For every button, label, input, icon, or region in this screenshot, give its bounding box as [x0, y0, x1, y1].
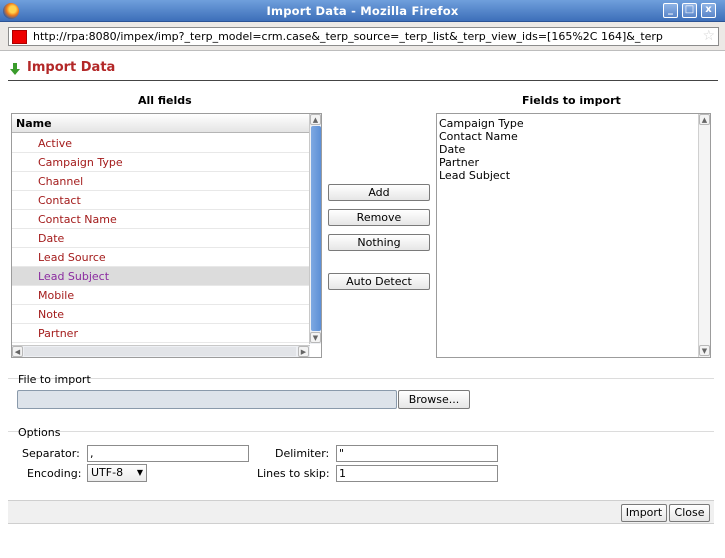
page-title: Import Data [27, 60, 116, 75]
scroll-up-icon[interactable]: ▲ [310, 114, 321, 125]
lines-to-skip-field[interactable]: 1 [336, 465, 498, 482]
scroll-left-icon[interactable]: ◀ [12, 346, 23, 357]
scroll-thumb[interactable] [311, 126, 321, 331]
dropdown-arrow-icon[interactable]: ▼ [137, 465, 143, 481]
field-row[interactable]: Contact [12, 191, 310, 210]
separator-label: Separator: [22, 447, 80, 460]
import-field-item[interactable]: Lead Subject [439, 169, 510, 182]
url-field[interactable]: http://rpa:8080/impex/imp?_terp_model=cr… [8, 27, 719, 46]
fields-to-import-heading: Fields to import [522, 94, 621, 107]
encoding-value: UTF-8 [91, 466, 124, 479]
encoding-select[interactable]: UTF-8 ▼ [87, 464, 147, 482]
vertical-scrollbar[interactable]: ▲ ▼ [309, 114, 321, 344]
all-fields-heading: All fields [138, 94, 192, 107]
remove-button[interactable]: Remove [328, 209, 430, 226]
import-field-item[interactable]: Contact Name [439, 130, 518, 143]
fields-to-import-list[interactable]: Campaign Type Contact Name Date Partner … [436, 113, 711, 358]
hscroll-thumb[interactable] [24, 347, 296, 356]
add-button[interactable]: Add [328, 184, 430, 201]
delimiter-field[interactable]: " [336, 445, 498, 462]
options-legend: Options [18, 426, 61, 439]
title-divider [8, 80, 718, 81]
file-path-input[interactable] [17, 390, 397, 409]
field-row[interactable]: Note [12, 305, 310, 324]
nothing-button[interactable]: Nothing [328, 234, 430, 251]
field-row[interactable]: Partner [12, 324, 310, 343]
url-text[interactable]: http://rpa:8080/impex/imp?_terp_model=cr… [33, 30, 701, 43]
import-field-item[interactable]: Campaign Type [439, 117, 524, 130]
delimiter-label: Delimiter: [275, 447, 330, 460]
scroll-right-icon[interactable]: ▶ [298, 346, 309, 357]
encoding-label: Encoding: [27, 467, 82, 480]
window-titlebar[interactable]: Import Data - Mozilla Firefox _ □ x [0, 0, 725, 22]
lines-to-skip-label: Lines to skip: [257, 467, 330, 480]
scroll-up-icon[interactable]: ▲ [699, 114, 710, 125]
browse-button[interactable]: Browse... [398, 390, 470, 409]
import-field-item[interactable]: Date [439, 143, 465, 156]
field-row[interactable]: Contact Name [12, 210, 310, 229]
minimize-button[interactable]: _ [663, 3, 678, 18]
bookmark-star-icon[interactable]: ☆ [702, 29, 715, 43]
file-to-import-legend: File to import [18, 373, 91, 386]
field-row[interactable]: Channel [12, 172, 310, 191]
horizontal-scrollbar[interactable]: ◀ ▶ [12, 345, 310, 357]
maximize-button[interactable]: □ [682, 3, 697, 18]
auto-detect-button[interactable]: Auto Detect [328, 273, 430, 290]
field-rows: Active Campaign Type Channel Contact Contact… [12, 134, 310, 344]
scroll-down-icon[interactable]: ▼ [699, 345, 710, 356]
all-fields-list[interactable]: Name Active Campaign Type Channel Contact Co… [11, 113, 322, 358]
field-row[interactable]: Mobile [12, 286, 310, 305]
separator-field[interactable]: , [87, 445, 249, 462]
field-row[interactable]: Lead Source [12, 248, 310, 267]
name-column-header[interactable]: Name [12, 114, 310, 133]
import-button[interactable]: Import [621, 504, 667, 522]
import-list-scrollbar[interactable]: ▲ ▼ [698, 114, 710, 357]
navigation-bar: http://rpa:8080/impex/imp?_terp_model=cr… [0, 22, 725, 51]
footer-bar [8, 500, 714, 524]
close-button[interactable]: Close [669, 504, 710, 522]
field-row[interactable]: Active [12, 134, 310, 153]
import-field-item[interactable]: Partner [439, 156, 479, 169]
site-favicon-icon [12, 30, 27, 44]
field-row[interactable]: Date [12, 229, 310, 248]
field-row[interactable]: Lead Subject [12, 267, 310, 286]
close-window-button[interactable]: x [701, 3, 716, 18]
field-row[interactable]: Campaign Type [12, 153, 310, 172]
scroll-down-icon[interactable]: ▼ [310, 332, 321, 343]
down-arrow-icon [10, 63, 20, 75]
window-title: Import Data - Mozilla Firefox [266, 4, 459, 18]
